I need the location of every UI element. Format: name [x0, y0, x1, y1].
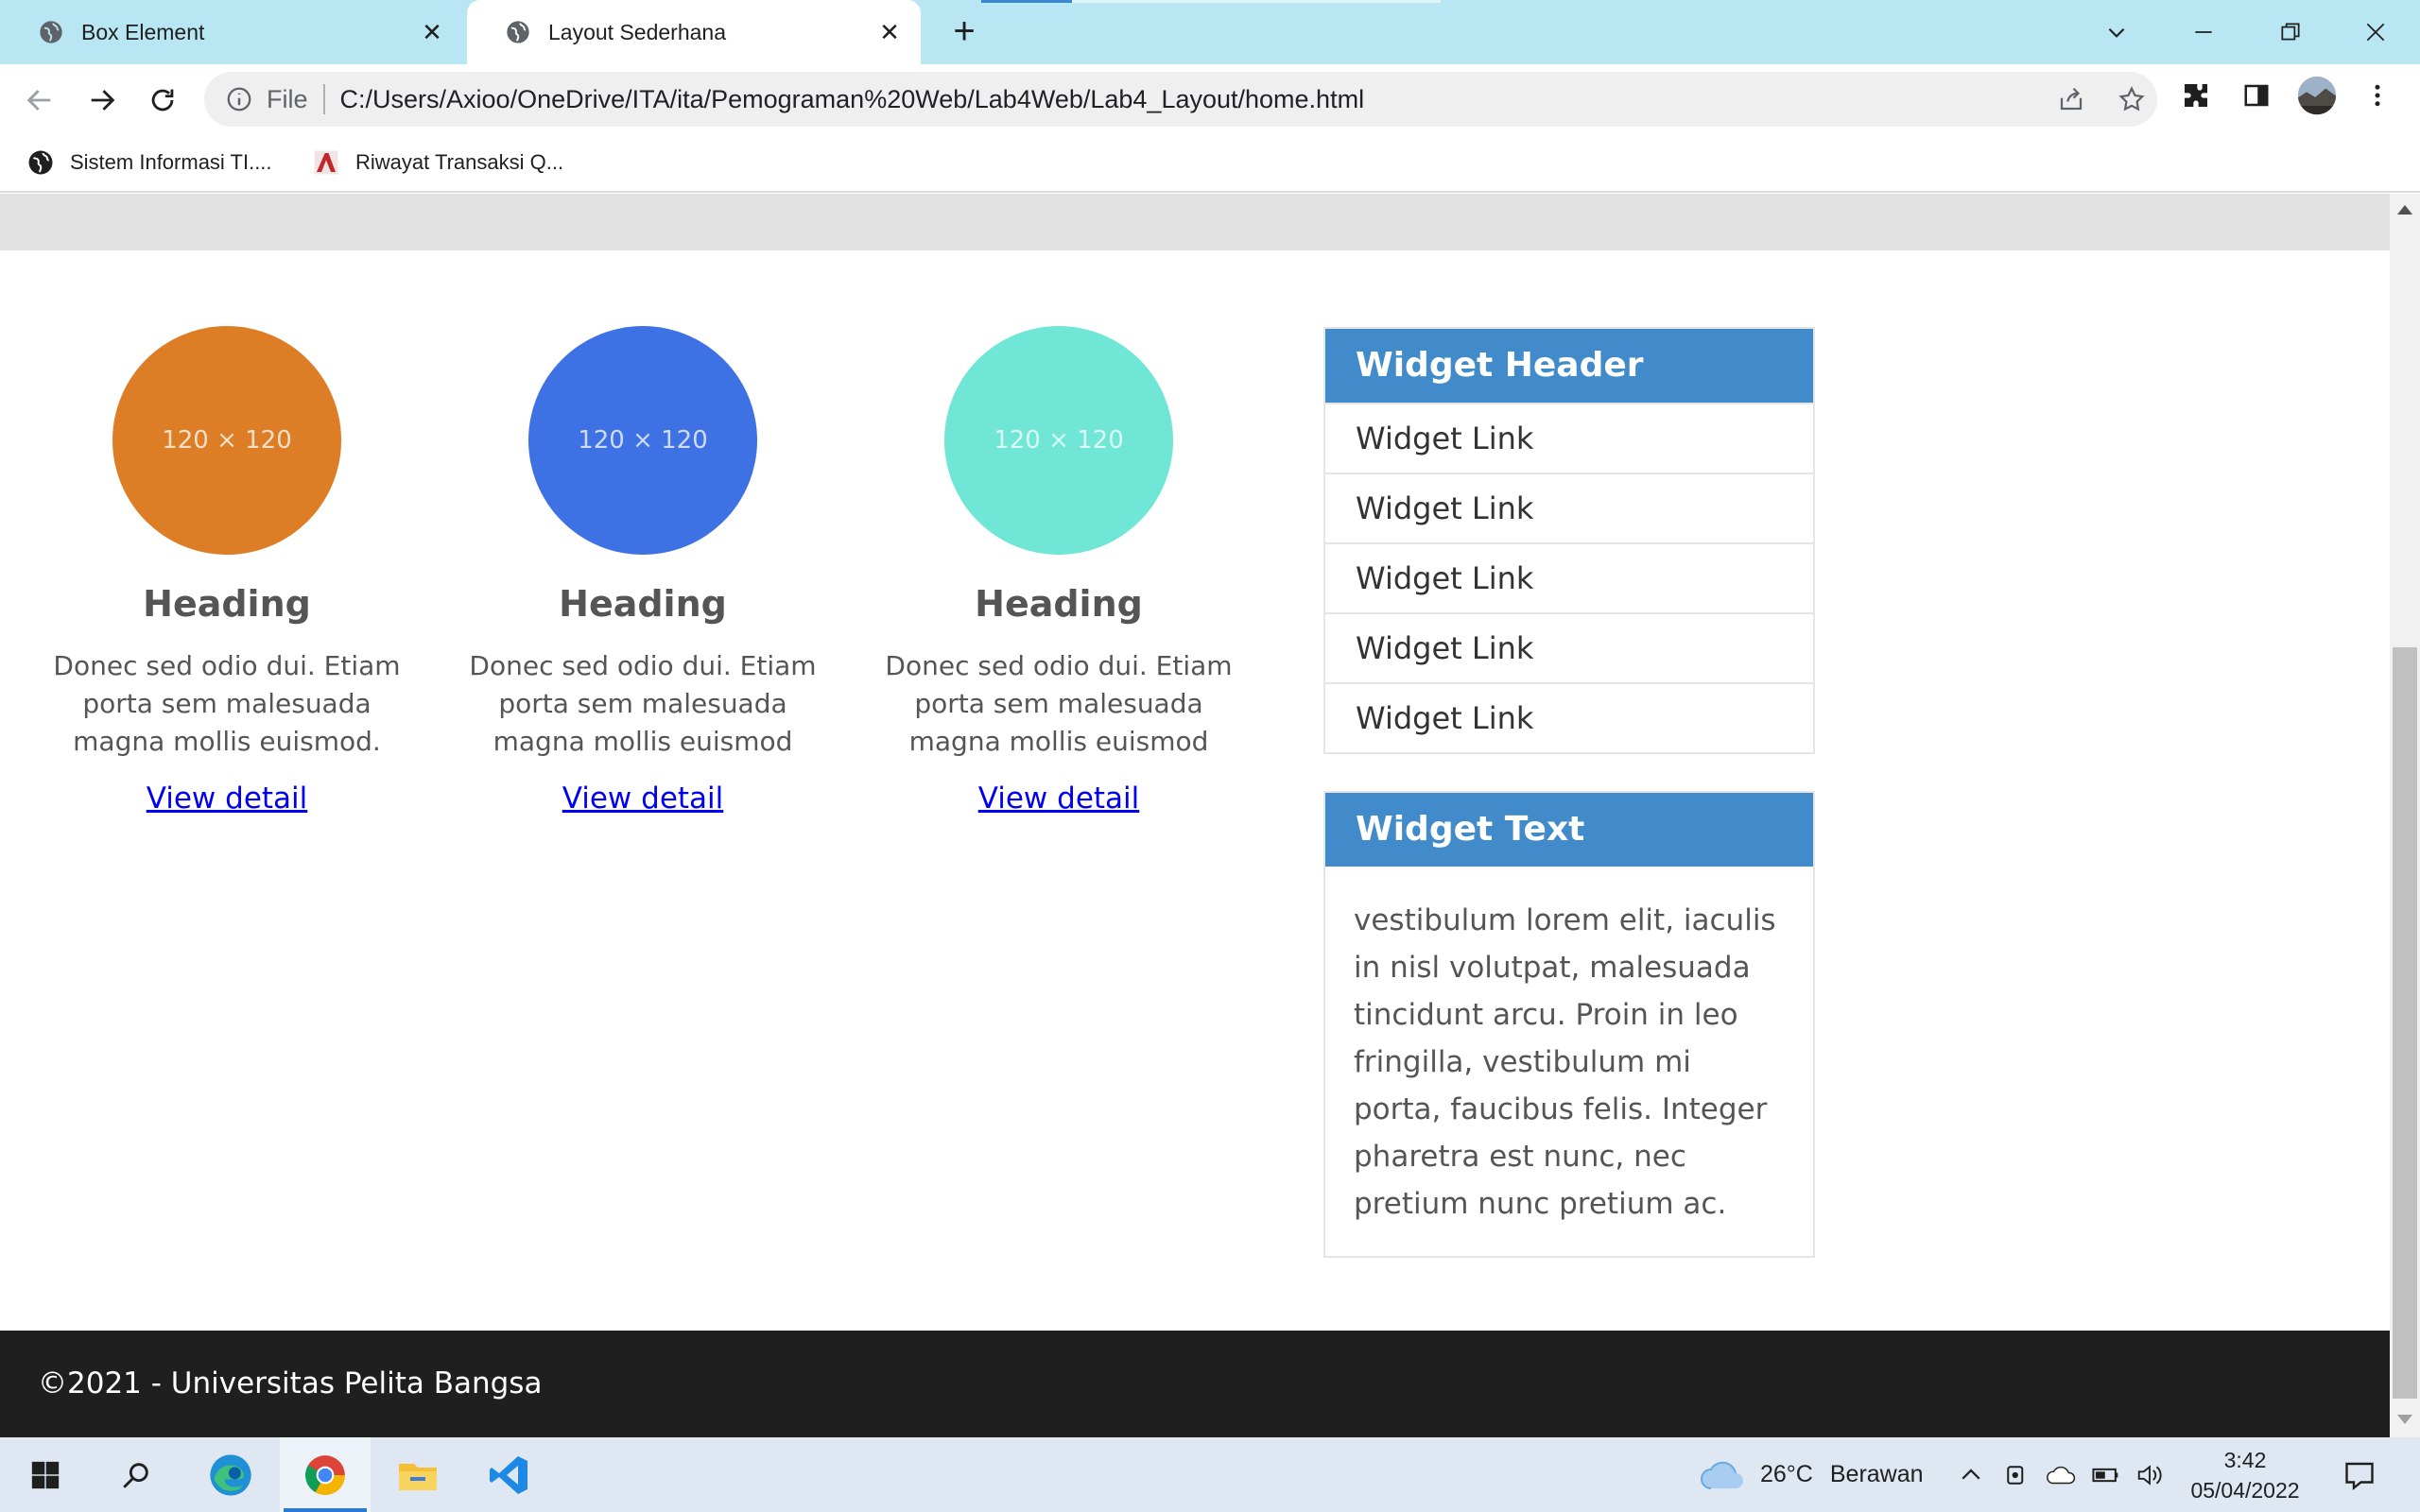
- new-tab-button[interactable]: +: [945, 12, 983, 51]
- view-detail-link[interactable]: View detail: [147, 782, 308, 816]
- bookmark-star-icon[interactable]: [2110, 77, 2153, 121]
- minimize-icon[interactable]: [2180, 9, 2227, 55]
- back-button[interactable]: [19, 79, 60, 121]
- feature-card: 120 × 120 Heading Donec sed odio dui. Et…: [870, 326, 1248, 816]
- volume-icon[interactable]: [2135, 1461, 2165, 1489]
- widget-text-body: vestibulum lorem elit, iaculis in nisl v…: [1354, 903, 1776, 1221]
- globe-icon: [28, 150, 53, 175]
- header-strip: [0, 194, 2390, 250]
- widget-header: Widget Header: [1325, 329, 1813, 403]
- url-scheme-label: File: [267, 84, 308, 113]
- feature-heading: Heading: [975, 583, 1143, 625]
- widget-text: Widget Text vestibulum lorem elit, iacul…: [1323, 791, 1815, 1258]
- forward-button[interactable]: [81, 79, 123, 121]
- tab-box-element[interactable]: Box Element ✕: [0, 0, 463, 64]
- bookmark-item[interactable]: Riwayat Transaksi Q...: [312, 144, 563, 181]
- view-detail-link[interactable]: View detail: [562, 782, 724, 816]
- profile-avatar[interactable]: [2295, 74, 2339, 117]
- scroll-down-arrow-icon[interactable]: [2397, 1415, 2412, 1424]
- bookmarks-bar: Sistem Informasi TI.... Riwayat Transaks…: [0, 134, 2420, 193]
- widget-links: Widget Header Widget Link Widget Link Wi…: [1323, 327, 1815, 754]
- feature-card: 120 × 120 Heading Donec sed odio dui. Et…: [38, 326, 416, 816]
- bookmark-item[interactable]: Sistem Informasi TI....: [26, 144, 272, 181]
- tab-group-indicator: [981, 0, 1072, 3]
- scrollbar-thumb[interactable]: [2393, 647, 2417, 1399]
- feature-heading: Heading: [143, 583, 311, 625]
- globe-icon: [507, 21, 529, 43]
- close-tab-icon[interactable]: ✕: [875, 18, 904, 46]
- page-content: 120 × 120 Heading Donec sed odio dui. Et…: [0, 194, 2390, 1331]
- page-scrollbar[interactable]: [2390, 194, 2420, 1437]
- globe-icon: [40, 21, 62, 43]
- vscode-icon[interactable]: [463, 1437, 554, 1512]
- taskbar-clock[interactable]: 3:42 05/04/2022: [2174, 1445, 2316, 1505]
- tab-title: Layout Sederhana: [548, 19, 726, 44]
- clock-date: 05/04/2022: [2190, 1478, 2300, 1503]
- widget-link[interactable]: Widget Link: [1325, 612, 1813, 682]
- scroll-up-arrow-icon[interactable]: [2397, 205, 2412, 215]
- feature-text: Donec sed odio dui. Etiam porta sem male…: [885, 650, 1233, 757]
- widget-link[interactable]: Widget Link: [1325, 403, 1813, 472]
- feature-text: Donec sed odio dui. Etiam porta sem male…: [469, 650, 817, 757]
- widget-text-header: Widget Text: [1325, 793, 1813, 867]
- page-footer: ©2021 - Universitas Pelita Bangsa: [0, 1331, 2390, 1437]
- placeholder-label: 120 × 120: [162, 426, 292, 455]
- weather-desc: Berawan: [1829, 1461, 1924, 1487]
- address-bar[interactable]: File C:/Users/Axioo/OneDrive/ITA/ita/Pem…: [204, 72, 2157, 127]
- onedrive-icon[interactable]: [2046, 1461, 2078, 1489]
- search-icon[interactable]: [91, 1437, 182, 1512]
- restore-icon[interactable]: [2267, 9, 2314, 55]
- extensions-icon[interactable]: [2174, 74, 2218, 117]
- weather-temp: 26°C: [1760, 1461, 1813, 1487]
- meet-now-icon[interactable]: [2002, 1461, 2031, 1489]
- close-tab-icon[interactable]: ✕: [418, 18, 446, 46]
- share-icon[interactable]: [2049, 77, 2093, 121]
- chrome-icon[interactable]: [280, 1437, 371, 1512]
- image-placeholder: 120 × 120: [944, 326, 1173, 555]
- side-panel-icon[interactable]: [2235, 74, 2278, 117]
- bookmark-label: Riwayat Transaksi Q...: [355, 150, 564, 174]
- image-placeholder: 120 × 120: [528, 326, 757, 555]
- tab-title: Box Element: [81, 19, 205, 44]
- widget-link[interactable]: Widget Link: [1325, 682, 1813, 752]
- image-placeholder: 120 × 120: [112, 326, 341, 555]
- info-icon[interactable]: [225, 85, 253, 113]
- tab-search-icon[interactable]: [2093, 9, 2140, 55]
- windows-start-icon[interactable]: [0, 1437, 91, 1512]
- cloud-icon: [1701, 1461, 1743, 1489]
- reload-button[interactable]: [142, 79, 183, 121]
- url-separator: [322, 84, 325, 114]
- system-tray: [1957, 1437, 2165, 1512]
- battery-icon[interactable]: [2091, 1461, 2121, 1489]
- url-text[interactable]: C:/Users/Axioo/OneDrive/ITA/ita/Pemogram…: [340, 85, 1365, 114]
- windows-taskbar: 26°C Berawan 3:42 05/04/2022: [0, 1437, 2420, 1512]
- browser-toolbar: File C:/Users/Axioo/OneDrive/ITA/ita/Pem…: [0, 64, 2420, 134]
- footer-copyright: ©2021 - Universitas Pelita Bangsa: [38, 1366, 543, 1400]
- bookmark-label: Sistem Informasi TI....: [70, 150, 272, 174]
- chevron-up-icon[interactable]: [1957, 1461, 1985, 1489]
- tab-layout-sederhana[interactable]: Layout Sederhana ✕: [467, 0, 921, 64]
- clock-time: 3:42: [2223, 1448, 2267, 1472]
- widget-link[interactable]: Widget Link: [1325, 542, 1813, 612]
- feature-card: 120 × 120 Heading Donec sed odio dui. Et…: [454, 326, 832, 816]
- feature-heading: Heading: [559, 583, 727, 625]
- tab-strip: Box Element ✕ Layout Sederhana ✕ +: [0, 0, 2420, 64]
- tab-group-indicator: [1072, 0, 1441, 3]
- view-detail-link[interactable]: View detail: [978, 782, 1140, 816]
- menu-kebab-icon[interactable]: [2356, 74, 2399, 117]
- widget-link[interactable]: Widget Link: [1325, 472, 1813, 542]
- close-window-icon[interactable]: [2352, 9, 2399, 55]
- notifications-icon[interactable]: [2314, 1437, 2405, 1512]
- bank-logo-icon: [314, 150, 338, 175]
- file-explorer-icon[interactable]: [372, 1437, 463, 1512]
- edge-icon[interactable]: [185, 1437, 276, 1512]
- placeholder-label: 120 × 120: [578, 426, 708, 455]
- placeholder-label: 120 × 120: [994, 426, 1124, 455]
- feature-text: Donec sed odio dui. Etiam porta sem male…: [53, 650, 401, 757]
- weather-widget[interactable]: 26°C Berawan: [1698, 1437, 1924, 1512]
